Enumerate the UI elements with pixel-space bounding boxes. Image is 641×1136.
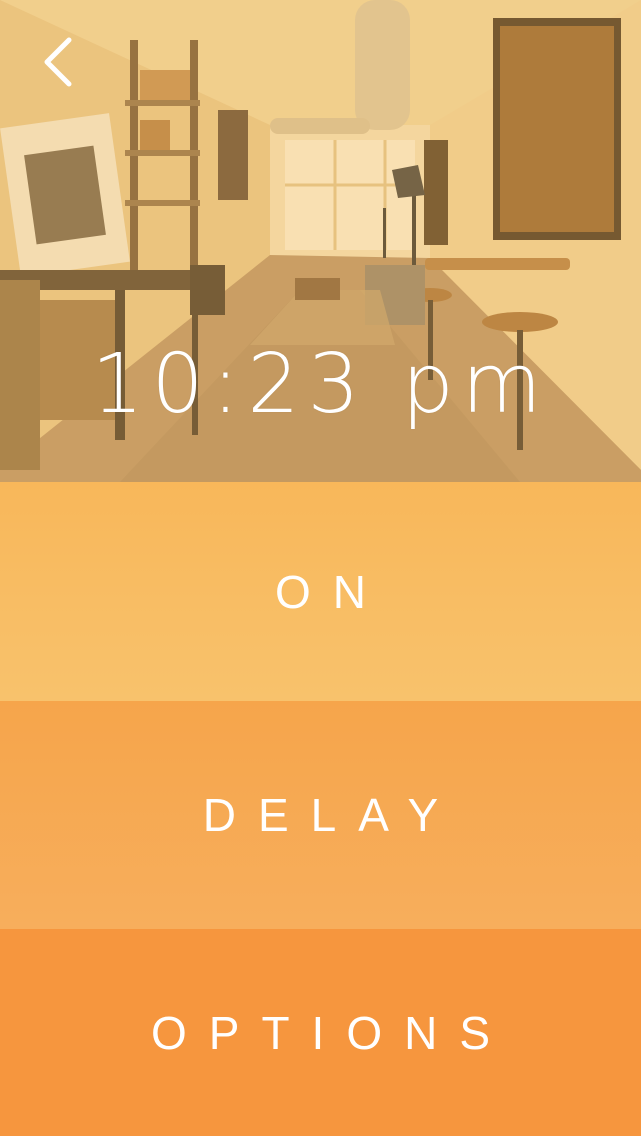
options-button[interactable]: OPTIONS bbox=[0, 929, 641, 1136]
on-button-label: ON bbox=[275, 565, 388, 618]
delay-button[interactable]: DELAY bbox=[0, 701, 641, 929]
options-button-label: OPTIONS bbox=[150, 1006, 513, 1059]
chevron-left-icon bbox=[44, 37, 72, 87]
back-button[interactable] bbox=[30, 28, 86, 96]
on-button[interactable]: ON bbox=[0, 482, 641, 701]
current-time: 10:23 pm bbox=[91, 337, 550, 432]
timer-screen: 10:23 pm ON DELAY OPTIONS bbox=[0, 0, 641, 1136]
delay-button-label: DELAY bbox=[202, 789, 461, 841]
room-photo-header: 10:23 pm bbox=[0, 0, 641, 482]
